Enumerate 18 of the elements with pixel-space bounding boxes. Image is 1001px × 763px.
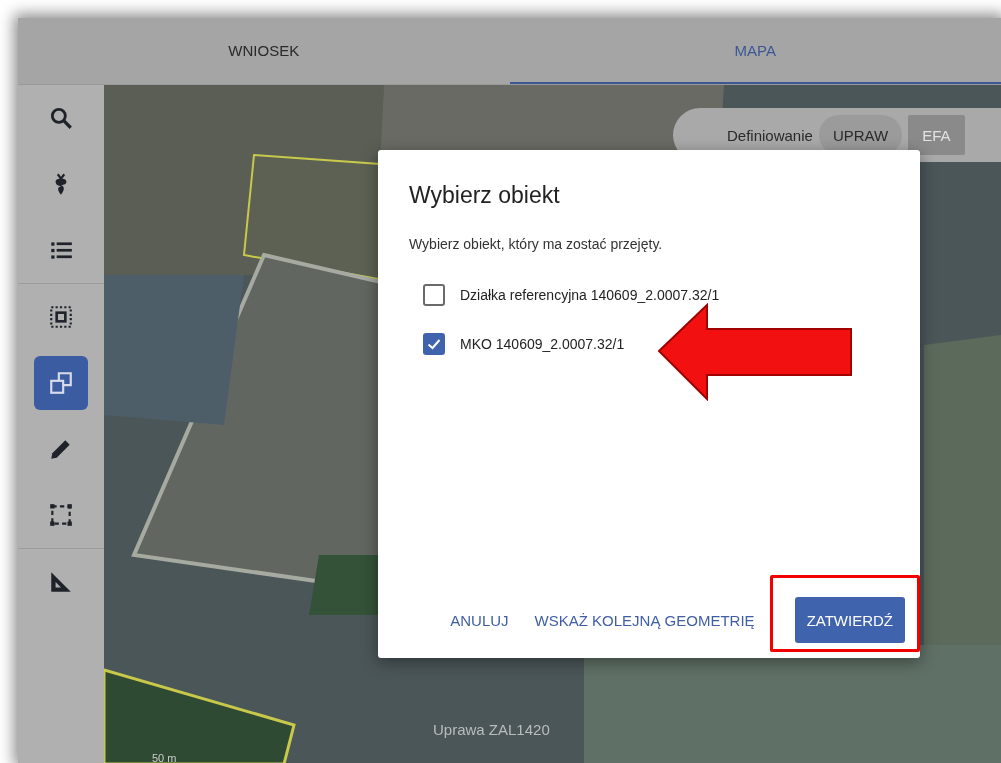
dashed-square-icon bbox=[48, 502, 74, 528]
tab[interactable]: WNIOSEK bbox=[18, 18, 510, 84]
dialog-title: Wybierz obiekt bbox=[409, 182, 561, 209]
overlapping-squares-icon bbox=[48, 370, 74, 396]
map-label: Uprawa ZAL1420 bbox=[433, 721, 550, 738]
mode-label: Definiowanie bbox=[727, 126, 813, 144]
checkbox[interactable] bbox=[423, 333, 445, 355]
search-icon bbox=[48, 105, 74, 131]
dialog-message: Wybierz obiekt, który ma zostać przejęty. bbox=[409, 236, 664, 252]
dotted-square-icon bbox=[48, 304, 74, 330]
option-label: Działka referencyjna 140609_2.0007.32/1 bbox=[460, 287, 720, 303]
option-label: MKO 140609_2.0007.32/1 bbox=[460, 336, 625, 352]
scale-label: 50 m bbox=[152, 752, 177, 763]
text-button[interactable]: WSKAŻ KOLEJNĄ GEOMETRIĘ bbox=[526, 597, 763, 643]
confirm-button[interactable]: ZATWIERDŹ bbox=[794, 597, 905, 643]
checkbox[interactable] bbox=[423, 284, 445, 306]
text-button[interactable]: ANULUJ bbox=[442, 597, 517, 643]
overlapping-squares-tool[interactable] bbox=[34, 356, 88, 410]
